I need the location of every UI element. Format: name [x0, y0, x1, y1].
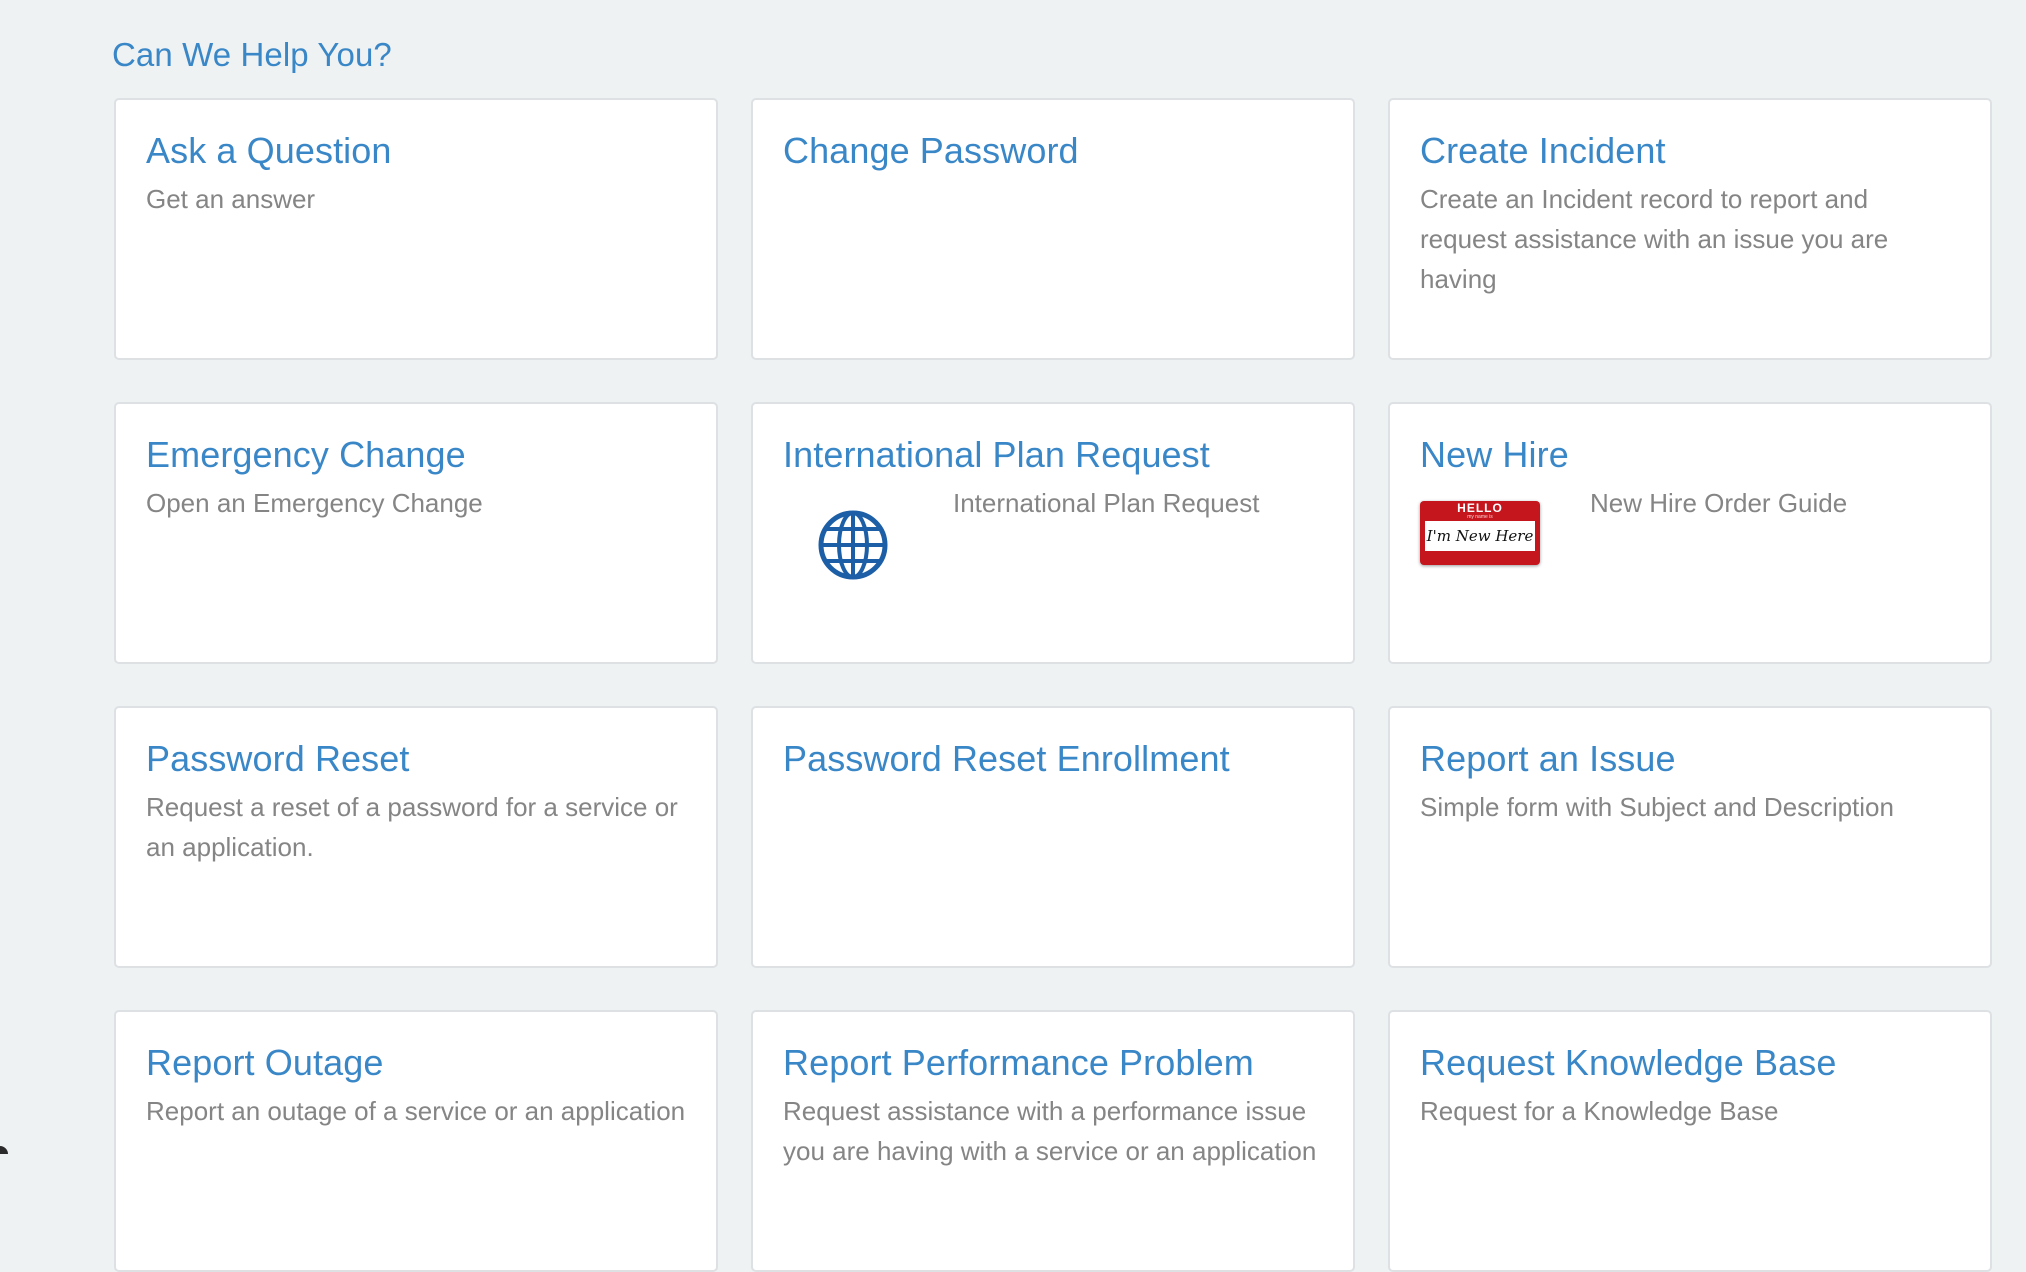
- card-request-knowledge-base[interactable]: Request Knowledge Base Request for a Kno…: [1388, 1010, 1992, 1272]
- badge-hello-text: HELLO: [1457, 501, 1503, 515]
- card-description: New Hire Order Guide: [1590, 488, 1848, 518]
- card-report-performance-problem[interactable]: Report Performance Problem Request assis…: [751, 1010, 1355, 1272]
- card-change-password[interactable]: Change Password: [751, 98, 1355, 360]
- card-description: International Plan Request: [953, 488, 1260, 518]
- card-emergency-change[interactable]: Emergency Change Open an Emergency Chang…: [114, 402, 718, 664]
- name-tag-badge-icon: HELLO my name is I'm New Here: [1420, 481, 1560, 611]
- globe-icon: [783, 481, 923, 619]
- name-tag-badge: HELLO my name is I'm New Here: [1420, 501, 1540, 565]
- card-title[interactable]: Request Knowledge Base: [1420, 1040, 1960, 1085]
- card-title[interactable]: Ask a Question: [146, 128, 686, 173]
- section-title: Can We Help You?: [112, 36, 392, 73]
- window-corner: [0, 1146, 8, 1154]
- card-new-hire[interactable]: New Hire HELLO my name is I'm New Here N…: [1388, 402, 1992, 664]
- card-body: International Plan Request: [783, 481, 1323, 619]
- card-create-incident[interactable]: Create Incident Create an Incident recor…: [1388, 98, 1992, 360]
- card-description: Request a reset of a password for a serv…: [146, 792, 678, 862]
- card-description: Simple form with Subject and Description: [1420, 792, 1894, 822]
- card-report-outage[interactable]: Report Outage Report an outage of a serv…: [114, 1010, 718, 1272]
- card-title[interactable]: New Hire: [1420, 432, 1960, 477]
- card-description: Open an Emergency Change: [146, 488, 483, 518]
- card-description: Request for a Knowledge Base: [1420, 1096, 1779, 1126]
- card-password-reset-enrollment[interactable]: Password Reset Enrollment: [751, 706, 1355, 968]
- card-password-reset[interactable]: Password Reset Request a reset of a pass…: [114, 706, 718, 968]
- card-title[interactable]: International Plan Request: [783, 432, 1323, 477]
- card-title[interactable]: Password Reset Enrollment: [783, 736, 1323, 781]
- card-description: Report an outage of a service or an appl…: [146, 1096, 686, 1126]
- card-title[interactable]: Change Password: [783, 128, 1323, 173]
- card-title[interactable]: Password Reset: [146, 736, 686, 781]
- card-title[interactable]: Report Outage: [146, 1040, 686, 1085]
- card-description: Create an Incident record to report and …: [1420, 184, 1889, 294]
- card-report-an-issue[interactable]: Report an Issue Simple form with Subject…: [1388, 706, 1992, 968]
- card-ask-a-question[interactable]: Ask a Question Get an answer: [114, 98, 718, 360]
- badge-sub-text: my name is: [1467, 514, 1493, 520]
- card-body: HELLO my name is I'm New Here New Hire O…: [1420, 481, 1960, 611]
- card-title[interactable]: Create Incident: [1420, 128, 1960, 173]
- card-description: Request assistance with a performance is…: [783, 1096, 1317, 1166]
- badge-name-text: I'm New Here: [1425, 521, 1535, 551]
- catalog-grid: Ask a Question Get an answer Change Pass…: [114, 98, 1994, 1272]
- card-title[interactable]: Report Performance Problem: [783, 1040, 1323, 1085]
- card-description: Get an answer: [146, 184, 316, 214]
- card-title[interactable]: Report an Issue: [1420, 736, 1960, 781]
- card-title[interactable]: Emergency Change: [146, 432, 686, 477]
- card-international-plan-request[interactable]: International Plan Request International…: [751, 402, 1355, 664]
